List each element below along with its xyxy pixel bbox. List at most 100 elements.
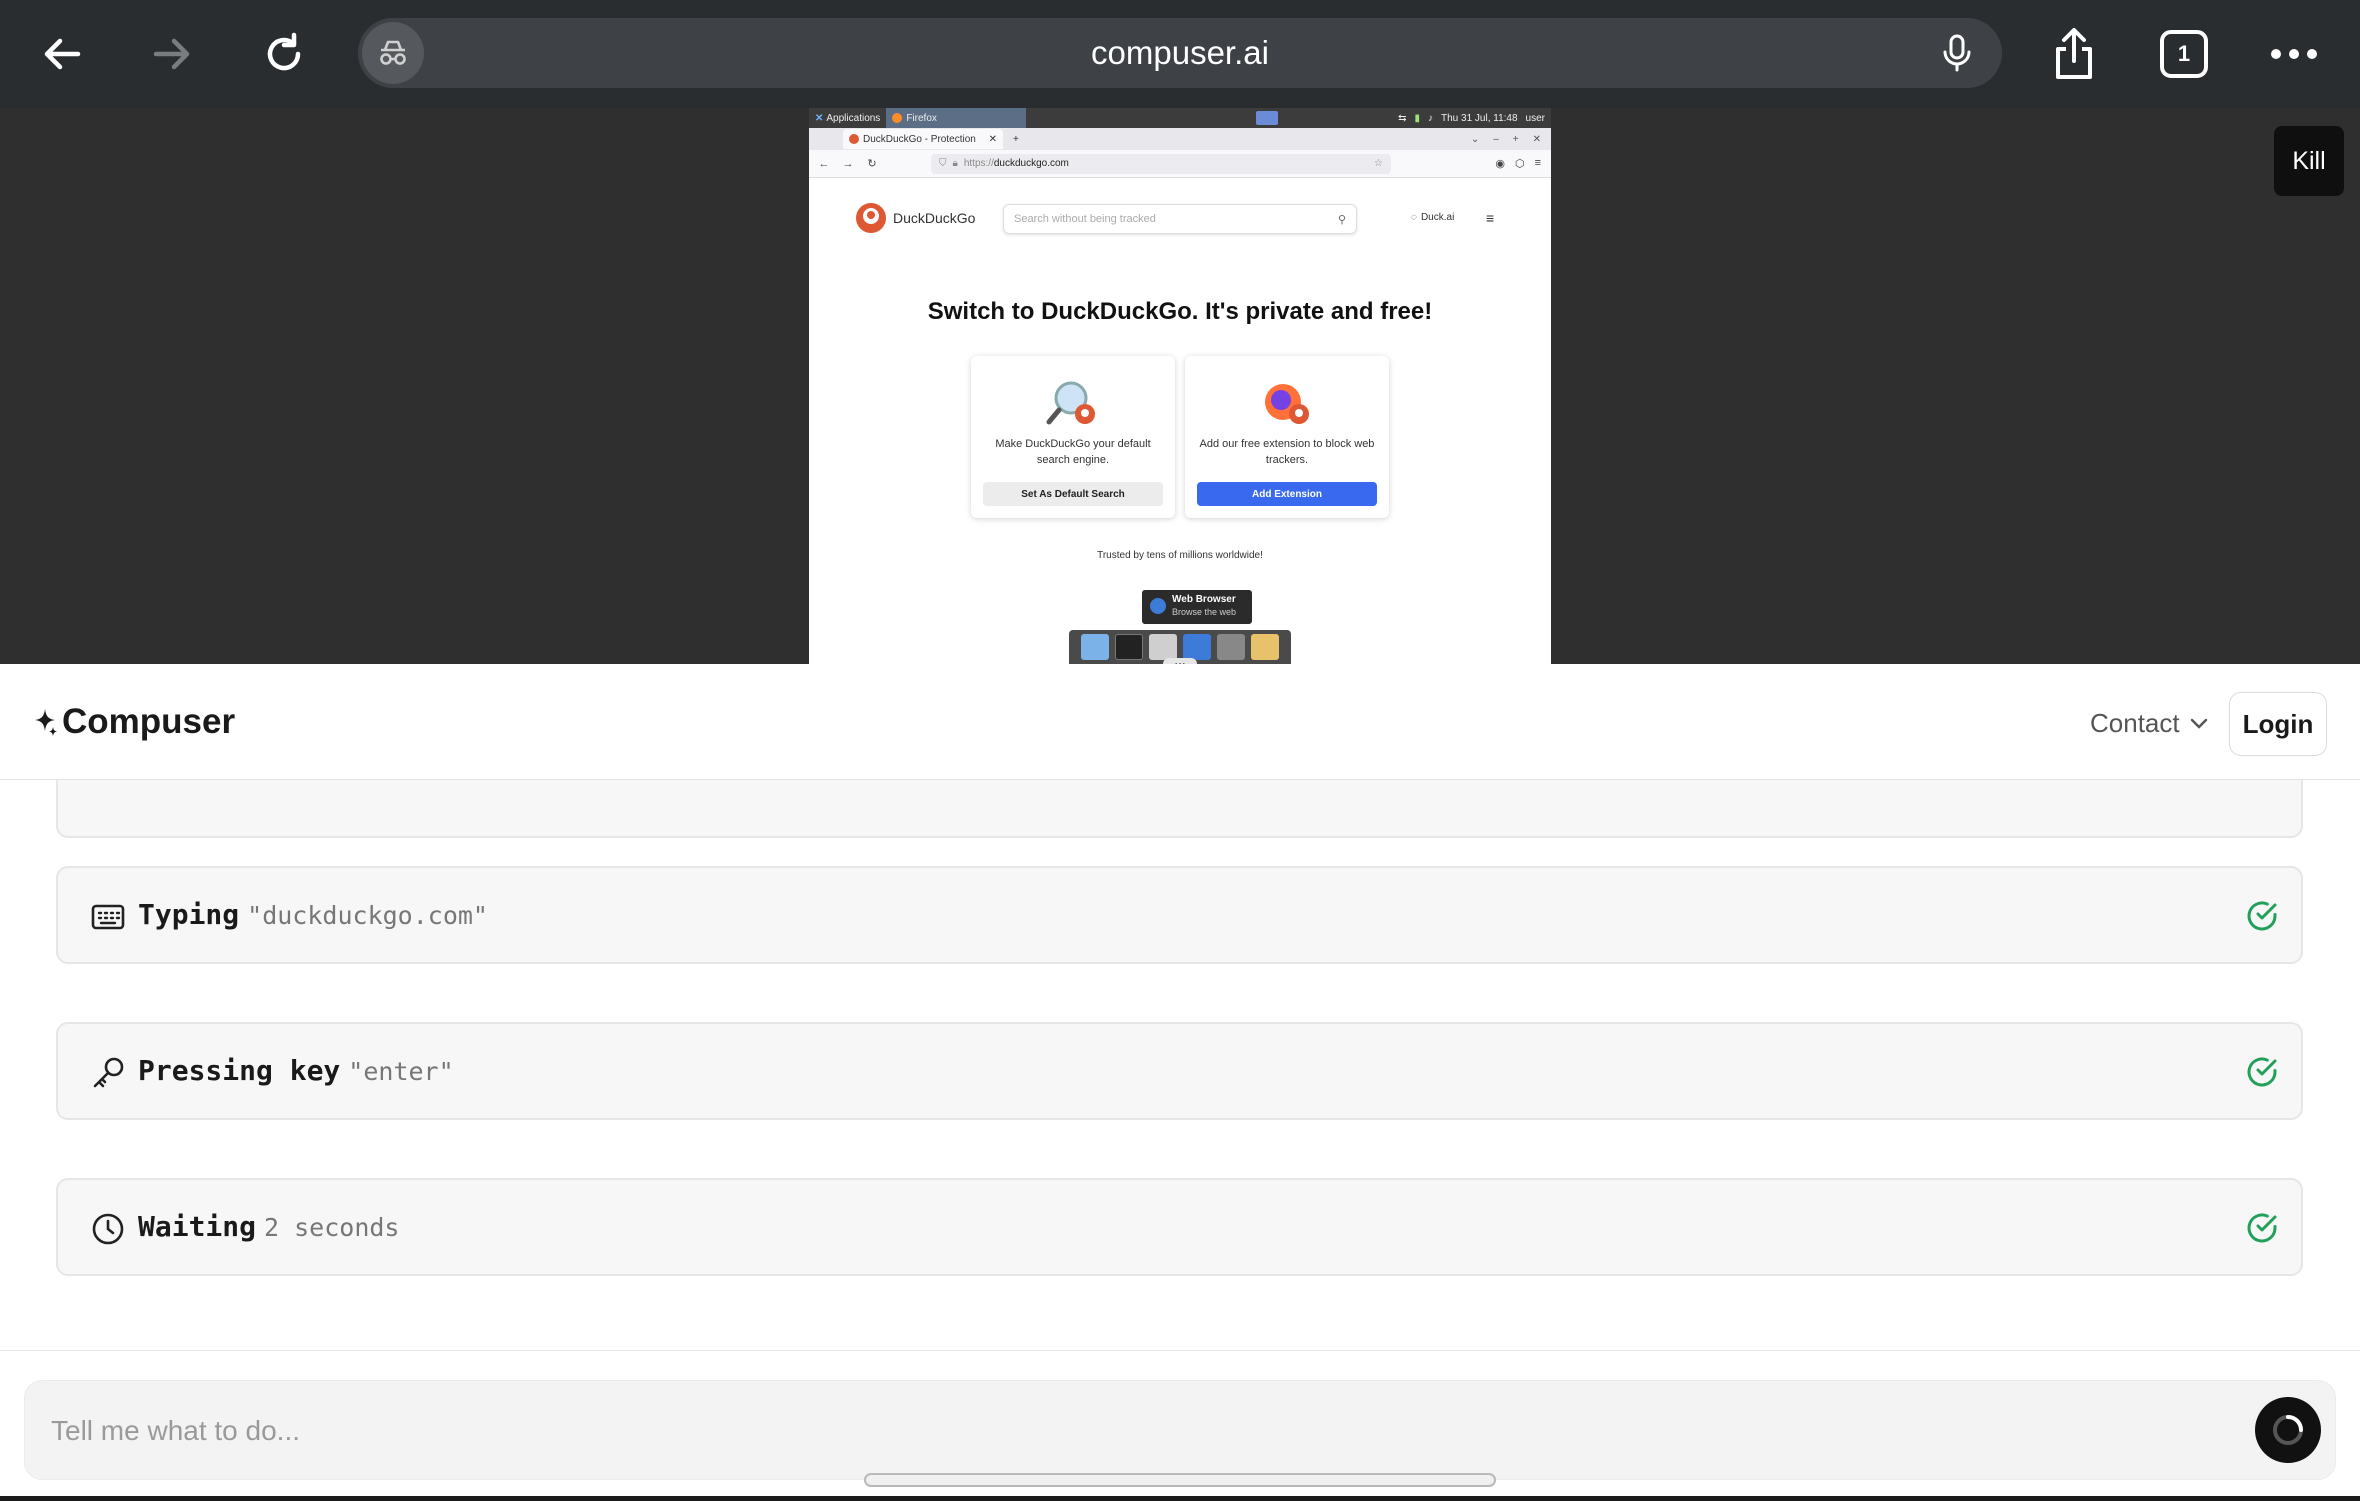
back-button[interactable] bbox=[30, 22, 94, 86]
ff-forward-icon[interactable]: → bbox=[839, 158, 857, 170]
bottom-edge bbox=[0, 1496, 2360, 1501]
minimize-icon[interactable]: – bbox=[1493, 134, 1499, 145]
ddg-header: DuckDuckGo Search without being tracked … bbox=[809, 178, 1551, 248]
firefox-small-icon bbox=[892, 113, 903, 123]
step-value: "enter" bbox=[348, 1057, 454, 1086]
workspace-icon bbox=[1256, 111, 1279, 125]
extension-card: Add our free extension to block web trac… bbox=[1185, 356, 1389, 518]
search-icon[interactable]: ⚲ bbox=[1338, 213, 1346, 226]
clock-icon bbox=[88, 1209, 128, 1249]
step-card-pressing-key: Pressing key "enter" bbox=[56, 1022, 2303, 1120]
close-tab-icon[interactable]: ✕ bbox=[989, 134, 997, 145]
tooltip-subtitle: Browse the web bbox=[1172, 607, 1237, 617]
maximize-icon[interactable]: + bbox=[1513, 134, 1519, 145]
ff-star-icon[interactable]: ☆ bbox=[1374, 158, 1383, 169]
action-log: Typing "duckduckgo.com" Pressing key "ente… bbox=[0, 780, 2360, 1350]
extension-text: Add our free extension to block web trac… bbox=[1199, 438, 1375, 466]
address-bar[interactable]: compuser.ai bbox=[358, 18, 2002, 88]
check-circle-icon bbox=[2247, 1057, 2277, 1087]
ff-menu-icon[interactable]: ≡ bbox=[1535, 157, 1541, 170]
step-value: 2 seconds bbox=[264, 1213, 400, 1242]
back-arrow-icon bbox=[44, 38, 81, 70]
dock-terminal-icon[interactable] bbox=[1115, 634, 1143, 660]
new-tab-icon[interactable]: + bbox=[1013, 134, 1019, 145]
battery-icon: ▮ bbox=[1414, 112, 1420, 124]
tabs-button[interactable]: 1 bbox=[2152, 22, 2216, 86]
chat-icon: ◌ bbox=[1411, 212, 1417, 223]
ddg-favicon-icon bbox=[849, 134, 859, 144]
ddg-logo[interactable]: DuckDuckGo bbox=[855, 202, 975, 234]
ff-reload-icon[interactable]: ↻ bbox=[863, 157, 881, 170]
brand-name: Compuser bbox=[62, 702, 236, 741]
voice-search-button[interactable] bbox=[1932, 28, 1982, 78]
add-extension-button[interactable]: Add Extension bbox=[1197, 482, 1377, 506]
chevron-down-icon bbox=[2190, 718, 2207, 729]
taskbar-firefox[interactable]: Firefox bbox=[886, 108, 1027, 128]
forward-button[interactable] bbox=[140, 22, 204, 86]
set-default-search-button[interactable]: Set As Default Search bbox=[983, 482, 1163, 506]
tab-count: 1 bbox=[2177, 41, 2191, 66]
share-icon bbox=[2056, 28, 2092, 79]
step-value: "duckduckgo.com" bbox=[247, 901, 488, 930]
dock-desktop-icon[interactable] bbox=[1081, 634, 1109, 660]
microphone-icon bbox=[1943, 34, 1971, 72]
login-button[interactable]: Login bbox=[2229, 692, 2327, 756]
forward-arrow-icon bbox=[153, 38, 190, 70]
step-label: Waiting 2 seconds bbox=[138, 1210, 400, 1243]
duck-logo-icon bbox=[856, 203, 886, 233]
more-icon bbox=[2271, 49, 2317, 59]
panel-user: user bbox=[1525, 112, 1545, 124]
firefox-tab[interactable]: DuckDuckGo - Protection ✕ bbox=[843, 129, 1003, 149]
share-button[interactable] bbox=[2042, 22, 2106, 86]
dock-browser-icon[interactable] bbox=[1183, 634, 1211, 660]
prompt-input[interactable]: Tell me what to do... bbox=[24, 1380, 2336, 1480]
hamburger-menu-icon[interactable]: ≡ bbox=[1486, 210, 1494, 226]
app-header: Compuser Contact Login bbox=[0, 664, 2360, 780]
firefox-duck-icon bbox=[1259, 378, 1315, 428]
contact-dropdown[interactable]: Contact bbox=[2090, 708, 2208, 739]
key-icon bbox=[88, 1053, 128, 1093]
chevron-down-icon[interactable]: ⌄ bbox=[1471, 134, 1479, 145]
kill-button[interactable]: Kill bbox=[2274, 126, 2344, 196]
magnifier-duck-icon bbox=[1045, 378, 1101, 428]
reload-icon bbox=[267, 32, 301, 71]
tooltip-title: Web Browser bbox=[1172, 594, 1236, 605]
desktop-top-panel: ✕ Applications Firefox ⇆ ▮ ♪ Thu 31 Jul,… bbox=[809, 108, 1551, 128]
more-menu-button[interactable] bbox=[2262, 22, 2326, 86]
network-icon: ⇆ bbox=[1398, 112, 1407, 124]
panel-clock: Thu 31 Jul, 11:48 bbox=[1441, 112, 1518, 124]
keyboard-icon bbox=[88, 897, 128, 937]
firefox-address-bar[interactable]: ⛉ 🔒︎ https://duckduckgo.com ☆ bbox=[931, 153, 1391, 174]
dock-search-icon[interactable] bbox=[1217, 634, 1245, 660]
bell-icon: ♪ bbox=[1428, 112, 1433, 124]
reload-button[interactable] bbox=[252, 22, 316, 86]
close-window-icon[interactable]: ✕ bbox=[1533, 134, 1541, 145]
submit-button[interactable] bbox=[2255, 1397, 2321, 1463]
compuser-logo[interactable]: Compuser bbox=[32, 702, 235, 742]
url-text[interactable]: compuser.ai bbox=[358, 18, 2002, 88]
applications-menu[interactable]: ✕ Applications bbox=[809, 108, 886, 128]
check-circle-icon bbox=[2247, 901, 2277, 931]
horizontal-scrollbar[interactable] bbox=[864, 1473, 1496, 1487]
taskbar-firefox-label: Firefox bbox=[906, 112, 937, 124]
default-search-card: Make DuckDuckGo your default search engi… bbox=[971, 356, 1175, 518]
contact-label: Contact bbox=[2090, 708, 2180, 738]
step-card-typing: Typing "duckduckgo.com" bbox=[56, 866, 2303, 964]
ff-back-icon[interactable]: ← bbox=[815, 158, 833, 170]
step-label: Pressing key "enter" bbox=[138, 1054, 454, 1087]
dock-tooltip: Web Browser Browse the web bbox=[1142, 590, 1252, 624]
dock-files-icon[interactable] bbox=[1149, 634, 1177, 660]
dock-folder-icon[interactable] bbox=[1251, 634, 1279, 660]
firefox-tab-strip: DuckDuckGo - Protection ✕ + ⌄ – + ✕ bbox=[809, 128, 1551, 150]
duck-ai-link[interactable]: ◌ Duck.ai bbox=[1411, 212, 1454, 223]
remote-screen[interactable]: ✕ Applications Firefox ⇆ ▮ ♪ Thu 31 Jul,… bbox=[809, 108, 1551, 664]
ddg-hero-heading: Switch to DuckDuckGo. It's private and f… bbox=[927, 298, 1433, 325]
firefox-tab-title: DuckDuckGo - Protection bbox=[863, 133, 976, 145]
ff-lock-icon: 🔒︎ bbox=[952, 158, 958, 169]
ff-shield-icon: ⛉ bbox=[939, 158, 947, 169]
ff-account-icon[interactable]: ◉ bbox=[1495, 157, 1505, 170]
ddg-search-placeholder: Search without being tracked bbox=[1014, 213, 1156, 225]
ddg-search-input[interactable]: Search without being tracked ⚲ bbox=[1003, 204, 1357, 234]
ff-extensions-icon[interactable]: ⬡ bbox=[1515, 157, 1525, 170]
trusted-text: Trusted by tens of millions worldwide! bbox=[1097, 550, 1263, 561]
